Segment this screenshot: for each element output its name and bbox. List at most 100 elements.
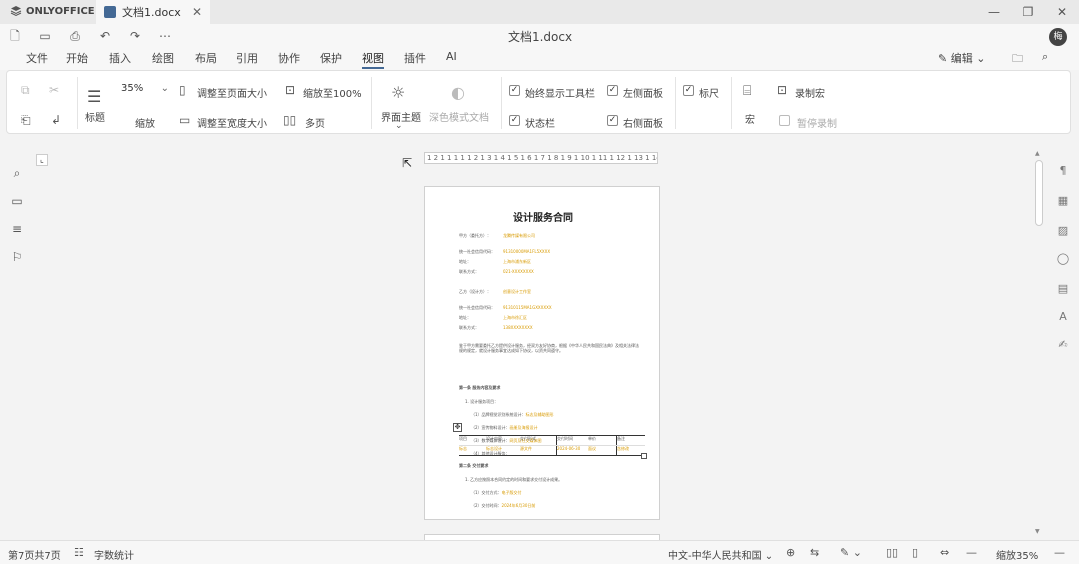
menu-view[interactable]: 视图 — [362, 50, 384, 69]
sun-icon[interactable]: ☼ — [391, 83, 405, 102]
zoom-100-button[interactable]: 缩放至100% — [303, 85, 362, 100]
multi-page-view-icon[interactable]: ▯▯ — [886, 546, 898, 559]
restore-window-button[interactable]: ❐ — [1018, 3, 1038, 21]
menu-protection[interactable]: 保护 — [320, 50, 342, 66]
zoom-100-icon[interactable]: ⊡ — [285, 83, 295, 97]
ruler-checkbox[interactable]: ✓ — [683, 85, 694, 96]
statusbar-checkbox[interactable]: ✓ — [509, 115, 520, 126]
track-changes-icon[interactable]: ✎ ⌄ — [840, 546, 862, 559]
open-location-icon[interactable]: 🗀 — [1012, 50, 1023, 69]
avatar[interactable]: 梅 — [1049, 28, 1067, 46]
separator — [731, 77, 732, 129]
minimize-window-button[interactable]: — — [984, 3, 1004, 21]
dark-document-icon[interactable]: ◐ — [451, 83, 465, 102]
signature-icon[interactable]: ✍ — [1056, 338, 1070, 352]
status-bar: 第7页共7页 ☷ 字数统计 中文-中华人民共和国 ⌄ ⊕ ⇆ ✎ ⌄ ▯▯ ▯ … — [0, 540, 1079, 564]
fit-width-button[interactable]: 调整至宽度大小 — [197, 115, 267, 130]
table-move-handle-icon[interactable]: ✥ — [453, 423, 462, 432]
text-direction-icon[interactable]: ⇆ — [810, 546, 819, 559]
pause-record-button[interactable]: 暂停录制 — [797, 115, 837, 130]
fit-page-icon[interactable]: ▯ — [179, 83, 186, 97]
fit-page-button[interactable]: 调整至页面大小 — [197, 85, 267, 100]
file-open-icon[interactable]: 🗋 — [8, 29, 22, 43]
scroll-up-icon[interactable]: ▲ — [1035, 150, 1040, 157]
horizontal-ruler[interactable]: 1 2 1 1 1 1 1 2 1 3 1 4 1 5 1 6 1 7 1 8 … — [424, 152, 658, 164]
record-macro-button[interactable]: 录制宏 — [795, 85, 825, 100]
dark-document-button[interactable]: 深色模式文档 — [429, 109, 489, 124]
scroll-down-icon[interactable]: ▼ — [1035, 528, 1040, 535]
right-panel-checkbox[interactable]: ✓ — [607, 115, 618, 126]
table-resize-handle-icon[interactable] — [641, 453, 647, 459]
left-panel-checkbox[interactable]: ✓ — [607, 85, 618, 96]
record-macro-icon[interactable]: ⊡ — [777, 83, 787, 97]
page-info[interactable]: 第7页共7页 — [8, 547, 61, 562]
menu-draw[interactable]: 绘图 — [152, 50, 174, 66]
mouse-cursor-icon: ⇱ — [402, 156, 413, 170]
document-tab[interactable]: 文档1.docx ✕ — [96, 0, 210, 24]
party-a-row: 地址： 上海市浦东新区 — [459, 259, 531, 264]
zoom-label: 缩放 — [135, 119, 155, 130]
more-icon[interactable]: ⋯ — [158, 29, 172, 43]
multi-page-button[interactable]: 多页 — [305, 115, 325, 130]
multi-page-icon[interactable]: ▯▯ — [283, 113, 296, 127]
close-window-button[interactable]: ✕ — [1052, 3, 1072, 21]
redo-icon[interactable]: ↷ — [128, 29, 142, 43]
clause2-list: 1. 乙方应按照本合同约定的时间和要求交付设计成果。 （1）交付方式：电子版交付… — [465, 471, 645, 510]
zoom-in-icon[interactable]: — — [1054, 546, 1065, 559]
navigation-icon[interactable]: ☰ — [87, 87, 101, 106]
navigation-icon[interactable]: ≡ — [10, 222, 24, 236]
save-icon[interactable]: ▭ — [38, 29, 52, 43]
paragraph-settings-icon[interactable]: ¶ — [1056, 164, 1070, 178]
chevron-down-icon: ⌄ — [160, 83, 169, 94]
chart-settings-icon[interactable]: ▤ — [1056, 282, 1070, 296]
word-count-button[interactable]: 字数统计 — [94, 547, 134, 562]
data-table[interactable]: 项目 设计内容 交付形式 交付时间 单价 备注 标志 标志设计 源文件 2024… — [459, 435, 645, 456]
zoom-out-icon[interactable]: — — [966, 546, 977, 559]
shape-settings-icon[interactable]: ◯ — [1056, 252, 1070, 266]
menu-layout[interactable]: 布局 — [195, 50, 217, 66]
scrollbar-thumb[interactable] — [1035, 160, 1043, 226]
fit-width-icon[interactable]: ▭ — [179, 113, 190, 127]
search-icon[interactable]: ⌕ — [1042, 50, 1048, 64]
comments-icon[interactable]: ▭ — [10, 194, 24, 208]
tab-stop-selector[interactable]: ⌞ — [36, 154, 48, 166]
list-item: （1）品牌视觉识别系统设计：标志及辅助图形 — [471, 412, 554, 417]
menu-insert[interactable]: 插入 — [109, 50, 131, 66]
fit-page-icon[interactable]: ▯ — [912, 546, 918, 559]
undo-icon[interactable]: ↶ — [98, 29, 112, 43]
format-painter-icon[interactable]: ↲ — [51, 113, 61, 127]
word-count-icon[interactable]: ☷ — [74, 546, 84, 559]
language-select[interactable]: 中文-中华人民共和国 ⌄ — [668, 547, 773, 562]
macro-button[interactable]: 宏 — [745, 111, 755, 126]
list-item: 1. 乙方应按照本合同约定的时间和要求交付设计成果。 — [465, 477, 563, 482]
feedback-icon[interactable]: ⚐ — [10, 250, 24, 264]
document-page[interactable]: 设计服务合同 甲方（委托方）： 龙腾传媒有限公司 统一社会信用代码： 9131000… — [424, 186, 660, 520]
cut-icon[interactable]: ✂ — [49, 83, 59, 97]
image-settings-icon[interactable]: ▨ — [1056, 224, 1070, 238]
vertical-scrollbar[interactable]: ▲ ▼ — [1033, 150, 1045, 538]
text-art-icon[interactable]: A — [1056, 310, 1070, 324]
search-icon[interactable]: ⌕ — [10, 166, 24, 180]
close-tab-icon[interactable]: ✕ — [192, 5, 202, 19]
title-bar: ONLYOFFICE 文档1.docx ✕ — ❐ ✕ — [0, 0, 1079, 24]
menu-file[interactable]: 文件 — [26, 50, 48, 66]
fit-width-icon[interactable]: ⇔ — [940, 546, 949, 559]
paste-icon[interactable]: ⎗ — [21, 113, 31, 128]
menu-collaboration[interactable]: 协作 — [278, 50, 300, 66]
spellcheck-icon[interactable]: ⊕ — [786, 546, 795, 559]
macro-icon[interactable]: ⌸ — [743, 83, 751, 99]
menu-home[interactable]: 开始 — [66, 50, 88, 66]
print-icon[interactable]: ⎙ — [68, 29, 82, 43]
table-settings-icon[interactable]: ▦ — [1056, 194, 1070, 208]
copy-icon[interactable]: ⧉ — [21, 83, 30, 98]
menu-ai[interactable]: AI — [446, 50, 457, 63]
edit-mode-dropdown[interactable]: ✎ 编辑 ⌄ — [938, 50, 985, 66]
zoom-level[interactable]: 缩放35% — [996, 547, 1038, 562]
menu-references[interactable]: 引用 — [236, 50, 258, 66]
menu-plugins[interactable]: 插件 — [404, 50, 426, 66]
left-panel-label: 左侧面板 — [623, 89, 663, 100]
navigation-label[interactable]: 标题 — [85, 109, 105, 124]
pause-record-icon[interactable] — [779, 115, 790, 126]
zoom-select[interactable]: 35% ⌄ — [121, 83, 169, 99]
always-toolbar-checkbox[interactable]: ✓ — [509, 85, 520, 96]
